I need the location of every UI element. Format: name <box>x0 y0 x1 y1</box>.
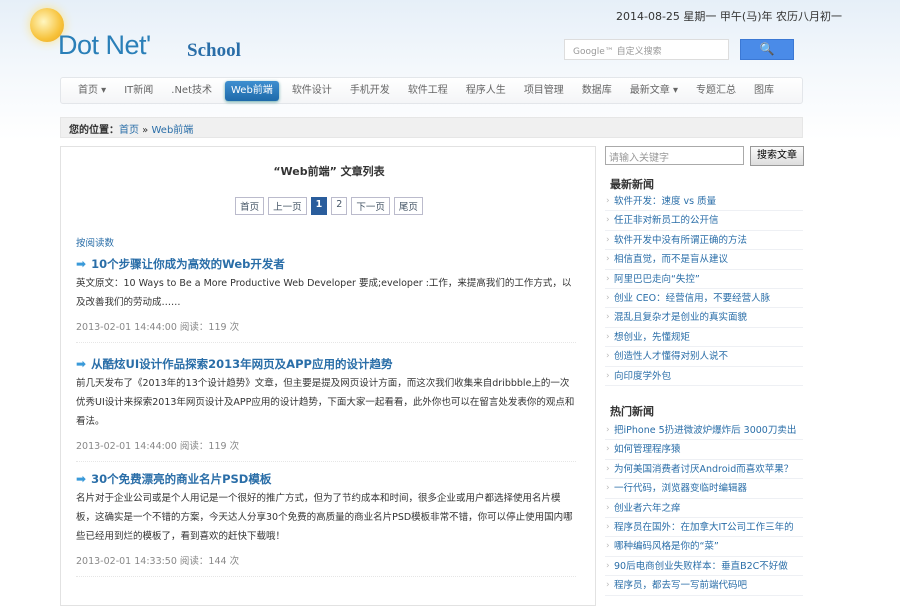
arrow-right-icon: ➡ <box>76 357 87 371</box>
hot-news-item[interactable]: 哪种编码风格是你的“菜” <box>605 537 803 557</box>
date-text: 2014-08-25 星期一 甲午(马)年 农历八月初一 <box>616 10 842 23</box>
latest-news-item[interactable]: 创造性人才懂得对别人说不 <box>605 347 803 367</box>
arrow-right-icon: ➡ <box>76 472 87 486</box>
article-excerpt: 英文原文：10 Ways to Be a More Productive Web… <box>76 278 572 308</box>
breadcrumb: 您的位置：首页 » Web前端 <box>60 117 803 138</box>
search-articles-button[interactable]: 搜索文章 <box>750 146 804 166</box>
hot-news-item[interactable]: 创业者六年之痒 <box>605 499 803 518</box>
breadcrumb-sep: » <box>139 125 152 136</box>
nav-item[interactable]: 软件设计 <box>283 81 341 101</box>
site-logo[interactable]: Dot Net' School <box>30 8 270 68</box>
breadcrumb-current[interactable]: Web前端 <box>151 125 193 136</box>
nav-item[interactable]: Web前端 <box>225 80 279 101</box>
latest-news-item[interactable]: 想创业，先懂规矩 <box>605 328 803 348</box>
latest-news-list: 软件开发：速度 vs 质量任正非对新员工的公开信软件开发中没有所谓正确的方法相信… <box>605 192 803 386</box>
latest-news-item[interactable]: 向印度学外包 <box>605 367 803 386</box>
article-item: ➡ 从酷炫UI设计作品探索2013年网页及APP应用的设计趋势前几天发布了《201… <box>76 354 576 462</box>
pager-button[interactable]: 尾页 <box>393 197 423 215</box>
article-title-text[interactable]: 10个步骤让你成为高效的Web开发者 <box>91 256 285 272</box>
latest-news-item[interactable]: 软件开发中没有所谓正确的方法 <box>605 231 803 251</box>
latest-news-item[interactable]: 任正非对新员工的公开信 <box>605 211 803 231</box>
nav-item[interactable]: 图库 <box>745 81 783 101</box>
pager-button[interactable]: 首页 <box>235 197 265 215</box>
main-nav: 首页 ▾ IT新闻 .Net技术 Web前端 软件设计 手机开发 软件工程 程序人生 项目管理数… <box>60 77 803 104</box>
article-excerpt: 前几天发布了《2013年的13个设计趋势》文章，但主要是提及网页设计方面，而这次… <box>76 378 575 427</box>
hot-news-heading: 热门新闻 <box>610 405 654 418</box>
nav-item[interactable]: 首页 ▾ <box>69 81 115 101</box>
article-title-text[interactable]: 从酷炫UI设计作品探索2013年网页及APP应用的设计趋势 <box>91 356 392 372</box>
nav-item[interactable]: 专题汇总 <box>687 81 745 101</box>
pager-button[interactable]: 下一页 <box>351 197 390 215</box>
article-title-text[interactable]: 30个免费漂亮的商业名片PSD模板 <box>91 471 271 487</box>
article-excerpt: 名片对于企业公司或是个人用记是一个很好的推广方式，但为了节约成本和时间，很多企业… <box>76 493 573 542</box>
nav-item[interactable]: IT新闻 <box>115 81 162 101</box>
sort-by-reads-link[interactable]: 按阅读数 <box>76 235 114 249</box>
breadcrumb-home[interactable]: 首页 <box>119 125 139 136</box>
hot-news-item[interactable]: 程序员，都去写一写前端代码吧 <box>605 576 803 596</box>
article-meta: 2013-02-01 14:44:00 阅读：119 次 <box>76 322 240 333</box>
latest-news-item[interactable]: 混乱且复杂才是创业的真实面貌 <box>605 308 803 328</box>
nav-item[interactable]: 程序人生 <box>457 81 515 101</box>
nav-item[interactable]: 数据库 <box>573 81 621 101</box>
article-meta: 2013-02-01 14:33:50 阅读：144 次 <box>76 556 240 567</box>
search-icon: 🔍 <box>759 42 775 56</box>
hot-news-item[interactable]: 如何管理程序猿 <box>605 440 803 460</box>
latest-news-item[interactable]: 创业 CEO：经营信用，不要经营人脉 <box>605 289 803 309</box>
article-meta: 2013-02-01 14:44:00 阅读：119 次 <box>76 441 240 452</box>
article-title[interactable]: ➡ 10个步骤让你成为高效的Web开发者 <box>76 254 576 274</box>
article-item: ➡ 10个步骤让你成为高效的Web开发者英文原文：10 Ways to Be a … <box>76 254 576 343</box>
latest-news-item[interactable]: 相信直觉，而不是盲从建议 <box>605 250 803 270</box>
logo-main-text: Dot Net' <box>58 30 151 60</box>
nav-item[interactable]: 软件工程 <box>399 81 457 101</box>
latest-news-heading: 最新新闻 <box>610 178 654 191</box>
article-title[interactable]: ➡ 从酷炫UI设计作品探索2013年网页及APP应用的设计趋势 <box>76 354 576 374</box>
hot-news-item[interactable]: 为何美国消费者讨厌Android而喜欢苹果？ <box>605 460 803 480</box>
hot-news-item[interactable]: 程序员在国外：在加拿大IT公司工作三年的 <box>605 518 803 538</box>
arrow-right-icon: ➡ <box>76 257 87 271</box>
article-title[interactable]: ➡ 30个免费漂亮的商业名片PSD模板 <box>76 469 576 489</box>
nav-item[interactable]: .Net技术 <box>162 81 221 101</box>
pagination: 首页 上一页 1 2 下一页 尾页 <box>61 197 597 215</box>
pager-button[interactable]: 上一页 <box>268 197 307 215</box>
article-list-panel: “Web前端” 文章列表 首页 上一页 1 2 下一页 尾页 按阅读数 ➡ 10个步骤让你成… <box>60 146 596 606</box>
page-title: “Web前端” 文章列表 <box>273 165 385 178</box>
latest-news-item[interactable]: 软件开发：速度 vs 质量 <box>605 192 803 212</box>
nav-item[interactable]: 最新文章 ▾ <box>621 81 687 101</box>
hot-news-item[interactable]: 把iPhone 5扔进微波炉爆炸后 3000刀卖出 <box>605 421 803 441</box>
pager-button[interactable]: 1 <box>310 197 328 215</box>
hot-news-item[interactable]: 一行代码，浏览器变临时编辑器 <box>605 479 803 499</box>
nav-item[interactable]: 项目管理 <box>515 81 573 101</box>
breadcrumb-label: 您的位置： <box>69 125 119 136</box>
latest-news-item[interactable]: 阿里巴巴走向“失控” <box>605 270 803 289</box>
hot-news-item[interactable]: 90后电商创业失败样本：垂直B2C不好做 <box>605 557 803 577</box>
pager-button[interactable]: 2 <box>331 197 348 215</box>
logo-sub-text: School <box>187 40 241 61</box>
keyword-input[interactable]: 请输入关键字 <box>605 146 744 165</box>
google-search-input[interactable]: Google™ 自定义搜索 <box>564 39 729 60</box>
hot-news-list: 把iPhone 5扔进微波炉爆炸后 3000刀卖出如何管理程序猿为何美国消费者讨… <box>605 421 803 596</box>
nav-item[interactable]: 手机开发 <box>341 81 399 101</box>
article-item: ➡ 30个免费漂亮的商业名片PSD模板名片对于企业公司或是个人用记是一个很好的推广… <box>76 469 576 577</box>
search-button[interactable]: 🔍 <box>740 39 794 60</box>
